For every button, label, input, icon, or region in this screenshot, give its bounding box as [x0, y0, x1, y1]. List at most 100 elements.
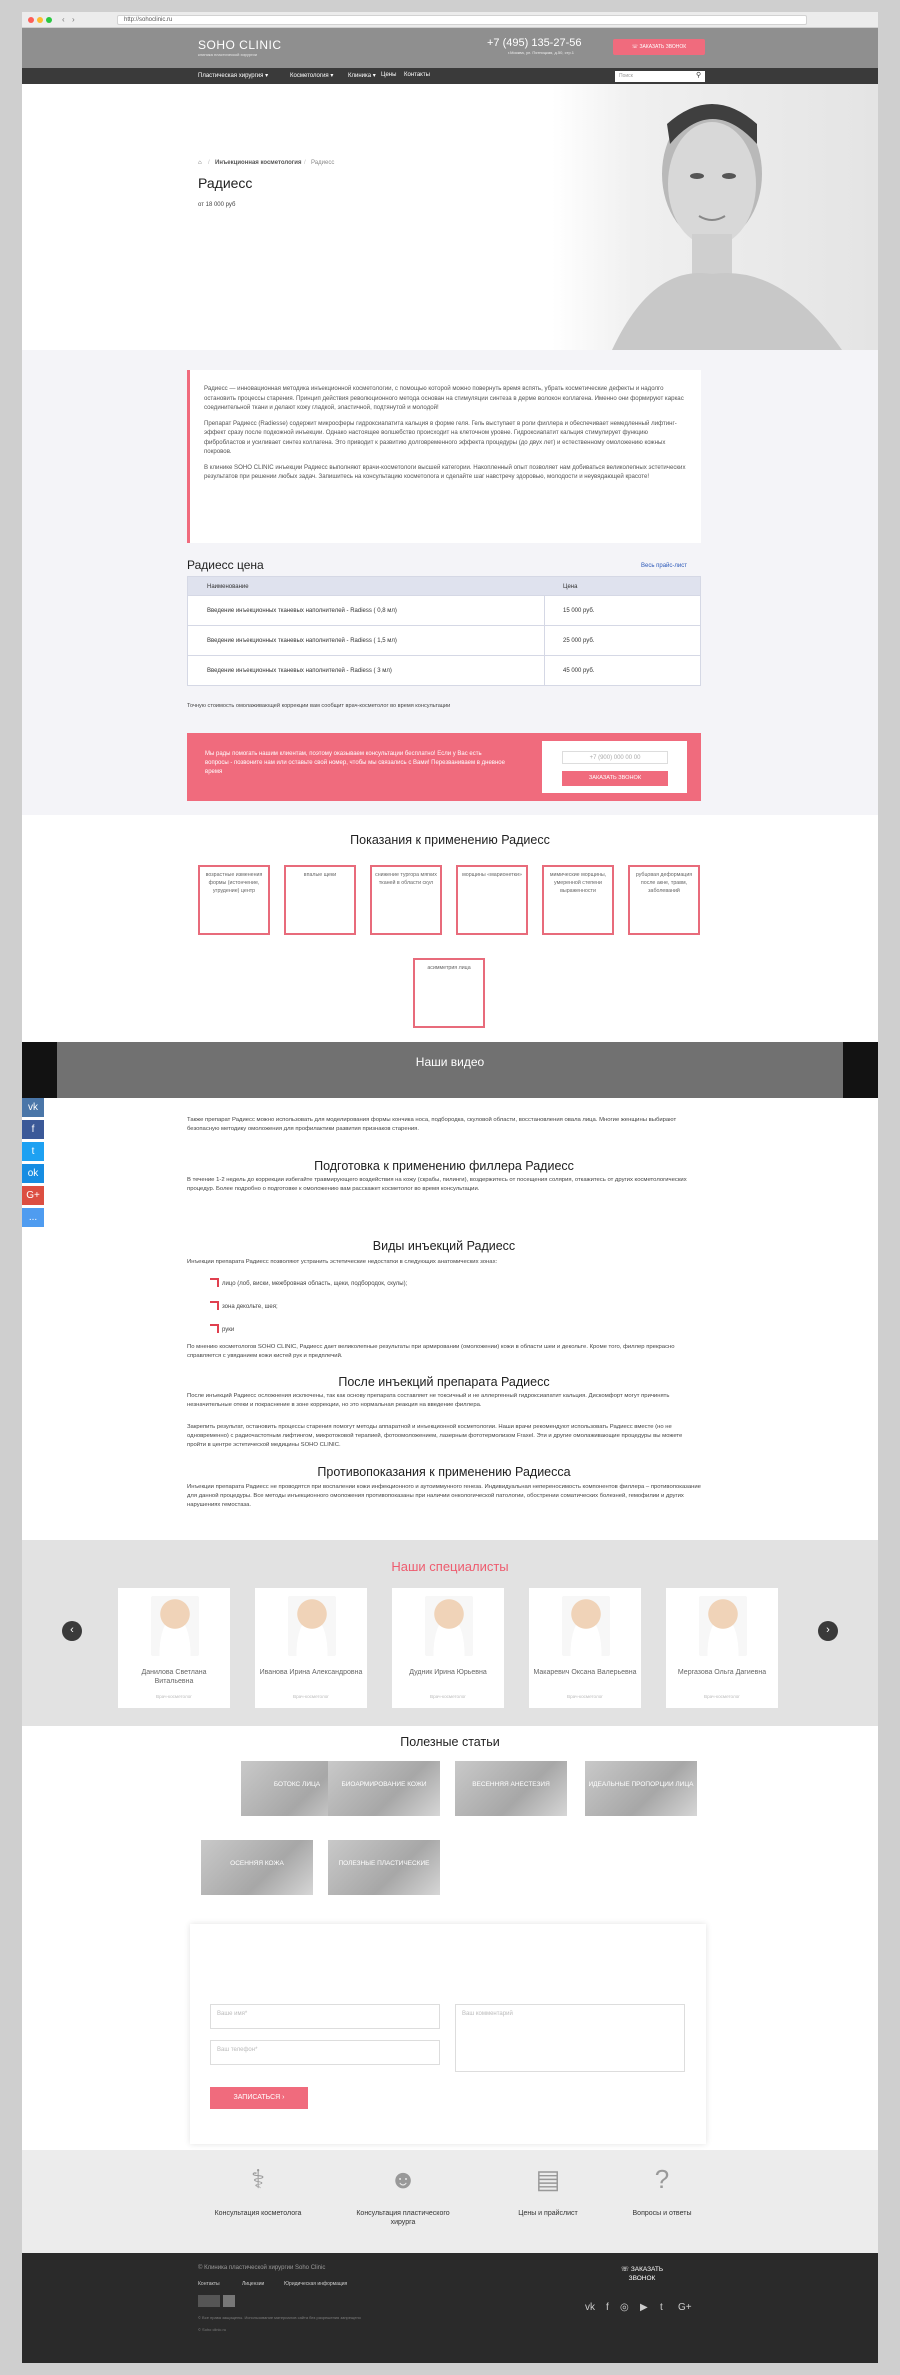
- site-logo[interactable]: SOHO CLINIC: [198, 38, 282, 52]
- name-input[interactable]: Ваше имя*: [210, 2004, 440, 2029]
- maximize-window-icon[interactable]: [46, 17, 52, 23]
- facebook-share-icon[interactable]: f: [22, 1120, 44, 1139]
- article-heading: Противопоказания к применению Радиесса: [317, 1465, 571, 1479]
- service-name: Введение инъекционных тканевых наполните…: [207, 608, 397, 614]
- footer-link-contacts[interactable]: Контакты: [198, 2281, 220, 2287]
- video-player[interactable]: Наши видео: [57, 1042, 843, 1098]
- footer-link-legal[interactable]: Юридическая информация: [284, 2281, 347, 2287]
- more-share-icon[interactable]: ...: [22, 1208, 44, 1227]
- site-footer: © Клиника пластической хирургии Soho Cli…: [22, 2253, 878, 2363]
- woman-portrait-image: [612, 104, 842, 350]
- search-input[interactable]: Поиск: [615, 71, 705, 82]
- header-phone[interactable]: +7 (495) 135-27-56: [487, 37, 581, 49]
- full-price-list-link[interactable]: Весь прайс-лист: [641, 563, 687, 569]
- carousel-prev-button[interactable]: ‹: [62, 1621, 82, 1641]
- page-title: Радиесс: [198, 175, 253, 191]
- indication-card[interactable]: снижение тургора мягких тканей в области…: [370, 865, 442, 935]
- article-tile[interactable]: ИДЕАЛЬНЫЕ ПРОПОРЦИИ ЛИЦА: [585, 1761, 697, 1816]
- hero-photo: [552, 84, 878, 350]
- feature-label: Консультация пластического хирурга: [356, 2210, 450, 2226]
- home-icon[interactable]: ⌂: [198, 160, 202, 166]
- indication-card[interactable]: морщины «марионетки»: [456, 865, 528, 935]
- specialist-name: Макаревич Оксана Валерьевна: [533, 1669, 637, 1676]
- minimize-window-icon[interactable]: [37, 17, 43, 23]
- consultation-phone-input[interactable]: +7 (900) 000 00 00: [562, 751, 668, 764]
- browser-toolbar: ‹ › http://sohoclinic.ru: [22, 12, 878, 28]
- footer-order-call-button[interactable]: ☏ ЗАКАЗАТЬ ЗВОНОК: [612, 2265, 672, 2283]
- footer-link-licenses[interactable]: Лицензии: [242, 2281, 264, 2287]
- article-tile[interactable]: ПОЛЕЗНЫЕ ПЛАСТИЧЕСКИЕ: [328, 1840, 440, 1895]
- comment-textarea[interactable]: Ваш комментарий: [455, 2004, 685, 2072]
- service-name: Введение инъекционных тканевых наполните…: [207, 638, 397, 644]
- service-price: 25 000 руб.: [563, 638, 595, 644]
- feature-label: Цены и прайслист: [518, 2210, 578, 2217]
- intro-paragraph: Препарат Радиесс (Radiesse) содержит мик…: [204, 419, 677, 456]
- indication-card[interactable]: впалые щеки: [284, 865, 356, 935]
- specialist-role: Врач-косметолог: [293, 1694, 329, 1699]
- article-tile[interactable]: БИОАРМИРОВАНИЕ КОЖИ: [328, 1761, 440, 1816]
- article-heading: Виды инъекций Радиесс: [372, 1239, 516, 1253]
- breadcrumb-current: Радиесс: [311, 160, 335, 166]
- specialist-name: Дудник Ирина Юрьевна: [409, 1669, 487, 1676]
- article-paragraph: Инъекции препарата Радиесс позволяют уст…: [187, 1259, 498, 1265]
- zone-item: лицо (лоб, виски, межбровная область, ще…: [222, 1281, 408, 1287]
- carousel-next-button[interactable]: ›: [818, 1621, 838, 1641]
- order-call-button[interactable]: ☏ ЗАКАЗАТЬ ЗВОНОК: [613, 39, 705, 55]
- facebook-icon[interactable]: f: [606, 2302, 609, 2313]
- phone-input[interactable]: Ваш телефон*: [210, 2040, 440, 2065]
- consultation-banner: Мы рады помогать нашим клиентам, поэтому…: [187, 733, 701, 801]
- address-bar[interactable]: http://sohoclinic.ru: [117, 15, 807, 25]
- vk-share-icon[interactable]: vk: [22, 1098, 44, 1117]
- breadcrumb-separator: /: [304, 160, 306, 166]
- twitter-icon[interactable]: t: [660, 2302, 663, 2313]
- specialist-card[interactable]: Мергазова Ольга Дагиевна Врач-косметолог: [666, 1588, 778, 1708]
- indication-card[interactable]: возрастные изменения формы (истончение, …: [198, 865, 270, 935]
- specialist-role: Врач-косметолог: [704, 1694, 740, 1699]
- column-header-price: Цена: [563, 584, 578, 590]
- zone-item: руки: [222, 1327, 235, 1333]
- twitter-share-icon[interactable]: t: [22, 1142, 44, 1161]
- article-tile[interactable]: ВЕСЕННЯЯ АНЕСТЕЗИЯ: [455, 1761, 567, 1816]
- menu-item-clinic[interactable]: Клиника ▾: [348, 72, 376, 79]
- specialist-role: Врач-косметолог: [430, 1694, 466, 1699]
- document-icon: ▤: [535, 2164, 561, 2194]
- price-table: Наименование Цена Введение инъекционных …: [187, 576, 701, 686]
- table-divider: [544, 596, 545, 625]
- intro-paragraph: Радиесс — инновационная методика инъекци…: [204, 385, 684, 411]
- youtube-icon[interactable]: ▶: [640, 2302, 648, 2313]
- indication-card[interactable]: асимметрия лица: [413, 958, 485, 1028]
- search-icon[interactable]: ⚲: [696, 71, 701, 79]
- specialist-card[interactable]: Дудник Ирина Юрьевна Врач-косметолог: [392, 1588, 504, 1708]
- google-plus-icon[interactable]: G+: [678, 2302, 692, 2313]
- service-price: 15 000 руб.: [563, 608, 595, 614]
- article-heading: После инъекций препарата Радиесс: [338, 1375, 550, 1389]
- consultation-order-button[interactable]: ЗАКАЗАТЬ ЗВОНОК: [562, 771, 668, 786]
- menu-item-cosmetology[interactable]: Косметология ▾: [290, 72, 333, 79]
- indication-card[interactable]: рубцовая деформация после акне, травм, з…: [628, 865, 700, 935]
- specialist-card[interactable]: Макаревич Оксана Валерьевна Врач-космето…: [529, 1588, 641, 1708]
- order-call-label: ЗАКАЗАТЬ ЗВОНОК: [639, 44, 687, 50]
- specialist-role: Врач-косметолог: [567, 1694, 603, 1699]
- google-plus-share-icon[interactable]: G+: [22, 1186, 44, 1205]
- video-section: Наши видео: [22, 1042, 878, 1098]
- instagram-icon[interactable]: ◎: [620, 2302, 629, 2313]
- vk-icon[interactable]: vk: [585, 2302, 595, 2313]
- breadcrumb-separator: /: [208, 160, 210, 166]
- table-divider: [544, 656, 545, 685]
- article-tile[interactable]: ОСЕННЯЯ КОЖА: [201, 1840, 313, 1895]
- consultation-text: Мы рады помогать нашим клиентам, поэтому…: [205, 751, 505, 775]
- specialist-card[interactable]: Данилова Светлана Витальевна Врач-космет…: [118, 1588, 230, 1708]
- specialist-card[interactable]: Иванова Ирина Александровна Врач-космето…: [255, 1588, 367, 1708]
- menu-item-prices[interactable]: Цены: [381, 72, 396, 78]
- menu-item-plastic-surgery[interactable]: Пластическая хирургия ▾: [198, 72, 268, 79]
- features-bar: ⚕ Консультация косметолога ☻ Консультаци…: [22, 2150, 878, 2253]
- feature-label: Консультация косметолога: [214, 2210, 302, 2217]
- indication-card[interactable]: мимические морщины, умеренной степени вы…: [542, 865, 614, 935]
- breadcrumb-section-link[interactable]: Инъекционная косметология: [215, 160, 301, 166]
- back-button[interactable]: ‹: [62, 15, 65, 25]
- submit-appointment-button[interactable]: ЗАПИСАТЬСЯ ›: [210, 2087, 308, 2109]
- forward-button[interactable]: ›: [72, 15, 75, 25]
- ok-share-icon[interactable]: ok: [22, 1164, 44, 1183]
- menu-item-contacts[interactable]: Контакты: [404, 72, 430, 78]
- close-window-icon[interactable]: [28, 17, 34, 23]
